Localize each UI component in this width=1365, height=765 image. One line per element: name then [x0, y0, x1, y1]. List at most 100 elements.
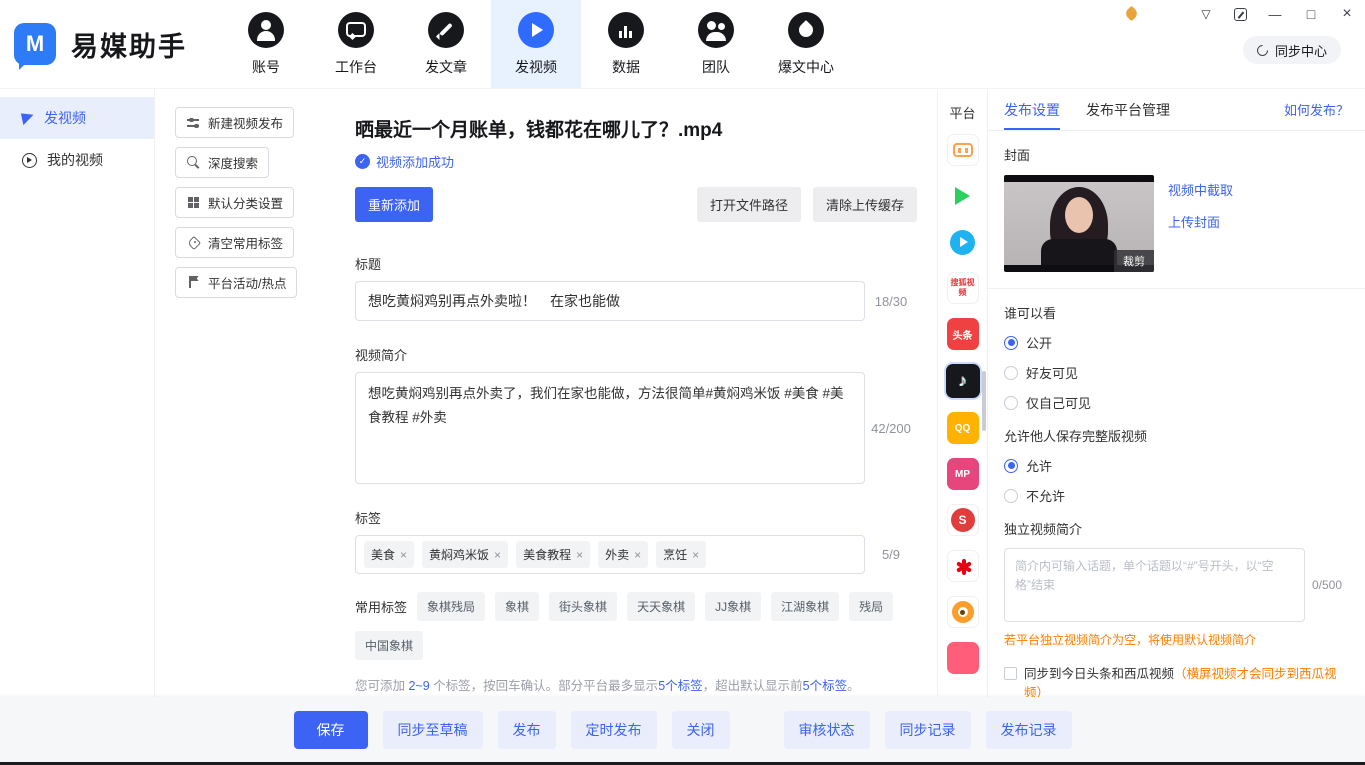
sync-toutiao-checkbox-row[interactable]: 同步到今日头条和西瓜视频（横屏视频才会同步到西瓜视频）	[1004, 665, 1349, 697]
how-to-publish-link[interactable]: 如何发布？	[1284, 100, 1349, 119]
app-header: 易媒助手 账号 工作台 发文章 发视频 数据	[0, 0, 1365, 88]
radio-icon[interactable]	[1004, 396, 1018, 410]
search-icon	[186, 155, 201, 170]
clear-common-tags-button[interactable]: 清空常用标签	[175, 227, 294, 258]
snip-icon[interactable]	[1234, 8, 1247, 21]
save-option-deny[interactable]: 不允许	[1004, 486, 1349, 505]
default-category-settings-button[interactable]: 默认分类设置	[175, 187, 294, 218]
minimize-button[interactable]	[1267, 6, 1283, 22]
remove-tag-icon[interactable]	[634, 548, 641, 562]
flame-icon	[788, 12, 824, 48]
new-video-publish-button[interactable]: 新建视频发布	[175, 107, 294, 138]
radio-icon[interactable]	[1004, 366, 1018, 380]
common-tag[interactable]: 象棋	[495, 592, 539, 621]
tag-icon	[186, 235, 201, 250]
network-icon[interactable]	[1198, 6, 1214, 22]
nav-item-workbench[interactable]: 工作台	[311, 0, 401, 88]
nav-item-data[interactable]: 数据	[581, 0, 671, 88]
title-input[interactable]	[355, 281, 865, 321]
eye-icon	[952, 601, 974, 623]
description-counter: 42/200	[865, 372, 917, 484]
tag-chip: 美食教程	[516, 541, 590, 568]
crop-badge[interactable]: 裁剪	[1114, 250, 1154, 272]
sidebar-item-publish-video[interactable]: 发视频	[0, 97, 154, 139]
save-button[interactable]: 保存	[294, 711, 368, 749]
tab-platform-management[interactable]: 发布平台管理	[1086, 89, 1170, 130]
visibility-option-friends[interactable]: 好友可见	[1004, 363, 1349, 382]
platform-icon-huawei[interactable]	[947, 550, 979, 582]
sidebar-item-my-videos[interactable]: 我的视频	[0, 139, 154, 181]
radio-checked-icon[interactable]	[1004, 336, 1018, 350]
remove-tag-icon[interactable]	[692, 548, 699, 562]
platform-icon-blue-play[interactable]	[947, 226, 979, 258]
main-body: 发视频 我的视频 新建视频发布 深度搜索 默认分类设置 清空常用标签	[0, 88, 1365, 697]
platform-icon-qq[interactable]: QQ	[947, 412, 979, 444]
clear-upload-cache-button[interactable]: 清除上传缓存	[813, 187, 917, 222]
independent-description-counter: 0/500	[1305, 548, 1349, 622]
common-tag[interactable]: 街头象棋	[549, 592, 617, 621]
tab-publish-settings[interactable]: 发布设置	[1004, 89, 1060, 130]
independent-description-textarea[interactable]	[1004, 548, 1305, 622]
visibility-option-private[interactable]: 仅自己可见	[1004, 393, 1349, 412]
sync-to-draft-button[interactable]: 同步至草稿	[383, 711, 483, 749]
common-tag[interactable]: 中国象棋	[355, 631, 423, 660]
tag-chip: 外卖	[598, 541, 648, 568]
platform-icon-sohu-video[interactable]: 搜狐视频	[947, 272, 979, 304]
readd-video-button[interactable]: 重新添加	[355, 187, 433, 222]
radio-checked-icon[interactable]	[1004, 459, 1018, 473]
common-tag[interactable]: 象棋残局	[417, 592, 485, 621]
platform-scrollbar[interactable]	[982, 371, 986, 431]
platform-icon-partial[interactable]	[947, 642, 979, 674]
remove-tag-icon[interactable]	[576, 548, 583, 562]
upload-cover-link[interactable]: 上传封面	[1168, 212, 1233, 231]
nav-item-publish-video[interactable]: 发视频	[491, 0, 581, 88]
cover-thumbnail[interactable]: 裁剪	[1004, 175, 1154, 272]
nav-item-publish-article[interactable]: 发文章	[401, 0, 491, 88]
common-tag[interactable]: 江湖象棋	[771, 592, 839, 621]
visibility-option-public[interactable]: 公开	[1004, 333, 1349, 352]
platform-activity-button[interactable]: 平台活动/热点	[175, 267, 297, 298]
open-file-path-button[interactable]: 打开文件路径	[697, 187, 801, 222]
radio-icon[interactable]	[1004, 489, 1018, 503]
nav-item-team[interactable]: 团队	[671, 0, 761, 88]
common-tag[interactable]: 天天象棋	[627, 592, 695, 621]
scheduled-publish-button[interactable]: 定时发布	[571, 711, 657, 749]
independent-description-section: 独立视频简介 0/500 若平台独立视频简介为空，将使用默认视频简介 同步到今日…	[988, 505, 1365, 697]
description-textarea[interactable]: 想吃黄焖鸡别再点外卖了，我们在家也能做，方法很简单#黄焖鸡米饭 #美食 #美食教…	[355, 372, 865, 484]
capture-from-video-link[interactable]: 视频中截取	[1168, 180, 1233, 199]
tv-icon	[953, 143, 973, 157]
deep-search-button[interactable]: 深度搜索	[175, 147, 269, 178]
platform-icon-bilibili[interactable]	[947, 134, 979, 166]
common-tag[interactable]: 残局	[849, 592, 893, 621]
platform-icon-eye[interactable]	[947, 596, 979, 628]
platform-icon-douyin[interactable]	[946, 364, 980, 398]
chart-icon	[608, 12, 644, 48]
checkbox-icon[interactable]	[1004, 667, 1017, 680]
play-circle-icon	[22, 153, 37, 168]
platform-icon-s[interactable]: S	[947, 504, 979, 536]
video-file-title: 晒最近一个月账单，钱都花在哪儿了？.mp4	[355, 115, 917, 142]
platform-header: 平台	[949, 103, 975, 122]
remove-tag-icon[interactable]	[400, 548, 407, 562]
platform-icon-green-play[interactable]	[947, 180, 979, 212]
close-page-button[interactable]: 关闭	[672, 711, 730, 749]
platform-icon-toutiao[interactable]: 头条	[947, 318, 979, 350]
save-option-allow[interactable]: 允许	[1004, 456, 1349, 475]
app-window: 易媒助手 账号 工作台 发文章 发视频 数据	[0, 0, 1365, 765]
workbench-icon	[338, 12, 374, 48]
tags-input[interactable]: 美食 黄焖鸡米饭 美食教程 外卖 烹饪	[355, 535, 865, 574]
platform-icon-meipai[interactable]: MP	[947, 458, 979, 490]
publish-button[interactable]: 发布	[498, 711, 556, 749]
sync-records-button[interactable]: 同步记录	[885, 711, 971, 749]
maximize-button[interactable]	[1303, 6, 1319, 22]
remove-tag-icon[interactable]	[494, 548, 501, 562]
nav-item-account[interactable]: 账号	[221, 0, 311, 88]
title-label: 标题	[355, 254, 917, 273]
common-tag[interactable]: JJ象棋	[705, 592, 761, 621]
file-actions-row: 重新添加 打开文件路径 清除上传缓存	[355, 187, 917, 222]
publish-records-button[interactable]: 发布记录	[986, 711, 1072, 749]
review-status-button[interactable]: 审核状态	[784, 711, 870, 749]
sync-center-button[interactable]: 同步中心	[1243, 36, 1341, 64]
nav-item-hot-center[interactable]: 爆文中心	[761, 0, 851, 88]
close-button[interactable]	[1339, 6, 1355, 22]
